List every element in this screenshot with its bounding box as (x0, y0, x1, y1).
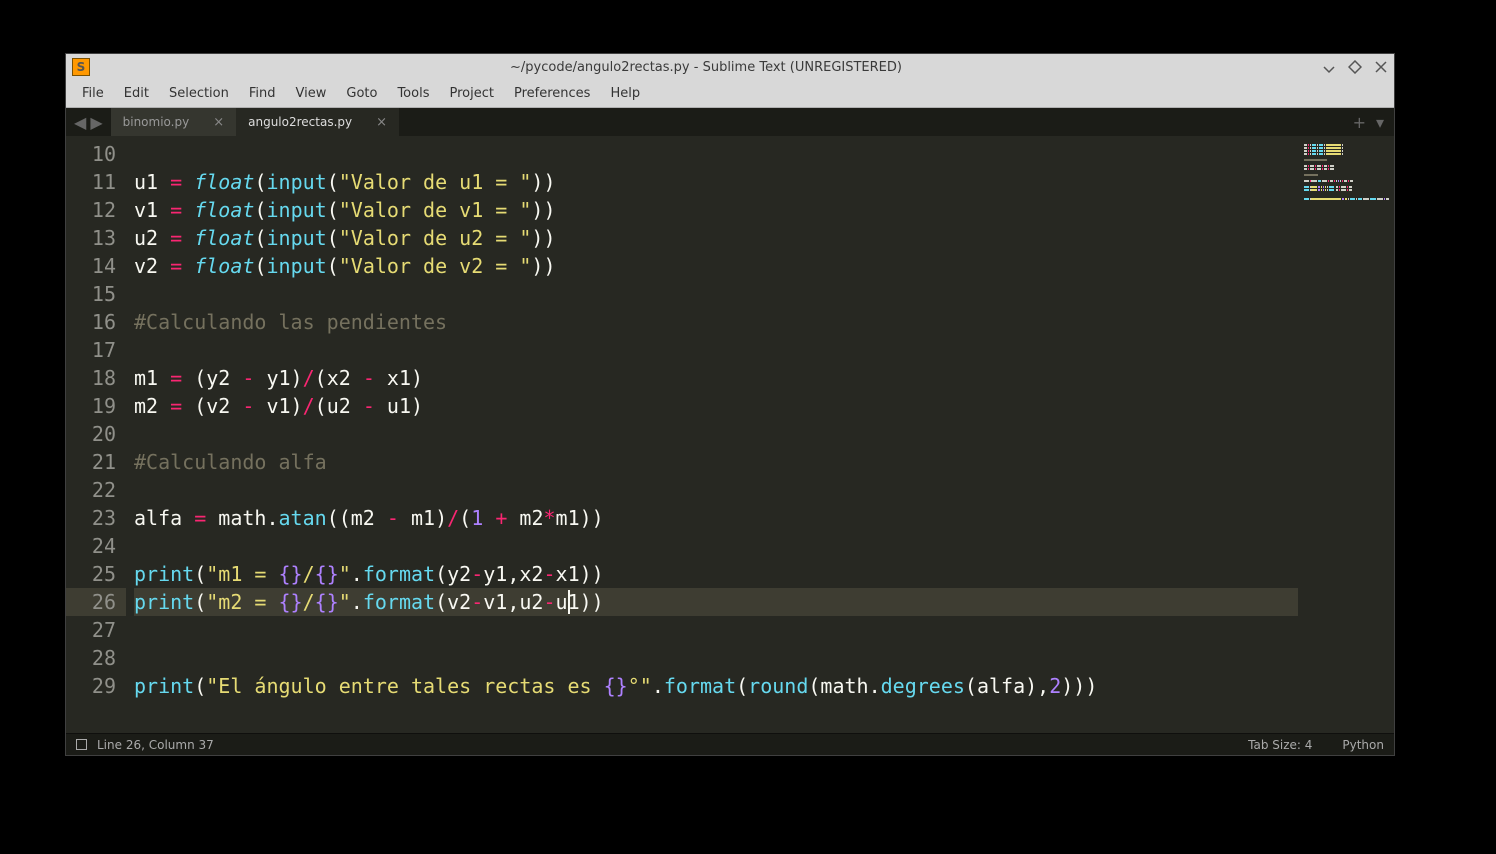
code-line[interactable] (134, 140, 1394, 168)
line-number[interactable]: 24 (66, 532, 116, 560)
menu-file[interactable]: File (74, 82, 112, 105)
sublime-window: S ~/pycode/angulo2rectas.py - Sublime Te… (65, 53, 1395, 756)
tab-angulo2rectas[interactable]: angulo2rectas.py × (236, 108, 399, 136)
code-line[interactable] (134, 532, 1394, 560)
code-line[interactable]: v1 = float(input("Valor de v1 = ")) (134, 196, 1394, 224)
line-number[interactable]: 16 (66, 308, 116, 336)
menu-tools[interactable]: Tools (389, 82, 437, 105)
line-number[interactable]: 27 (66, 616, 116, 644)
line-number[interactable]: 12 (66, 196, 116, 224)
menu-edit[interactable]: Edit (116, 82, 157, 105)
code-line[interactable]: u2 = float(input("Valor de u2 = ")) (134, 224, 1394, 252)
line-number[interactable]: 28 (66, 644, 116, 672)
code-line[interactable]: alfa = math.atan((m2 - m1)/(1 + m2*m1)) (134, 504, 1394, 532)
line-number[interactable]: 18 (66, 364, 116, 392)
line-number[interactable]: 15 (66, 280, 116, 308)
tab-label: angulo2rectas.py (248, 115, 352, 129)
minimap[interactable] (1298, 136, 1394, 733)
menu-selection[interactable]: Selection (161, 82, 237, 105)
close-icon[interactable] (1374, 60, 1388, 74)
code-line[interactable] (134, 476, 1394, 504)
tab-label: binomio.py (123, 115, 190, 129)
code-line[interactable] (134, 420, 1394, 448)
line-number[interactable]: 20 (66, 420, 116, 448)
line-number[interactable]: 21 (66, 448, 116, 476)
line-number[interactable]: 23 (66, 504, 116, 532)
menu-view[interactable]: View (288, 82, 335, 105)
status-syntax[interactable]: Python (1342, 738, 1384, 752)
statusbar: Line 26, Column 37 Tab Size: 4 Python (66, 733, 1394, 755)
line-number[interactable]: 14 (66, 252, 116, 280)
line-number[interactable]: 29 (66, 672, 116, 700)
line-number[interactable]: 11 (66, 168, 116, 196)
tab-next-icon[interactable]: ▶ (90, 113, 102, 132)
menubar: File Edit Selection Find View Goto Tools… (66, 80, 1394, 108)
line-number[interactable]: 19 (66, 392, 116, 420)
status-panel-icon[interactable] (76, 739, 87, 750)
code-line[interactable]: #Calculando las pendientes (134, 308, 1394, 336)
code-line[interactable]: print("m1 = {}/{}".format(y2-y1,x2-x1)) (134, 560, 1394, 588)
text-caret (568, 590, 570, 614)
code-line[interactable] (134, 336, 1394, 364)
line-number[interactable]: 10 (66, 140, 116, 168)
code-line[interactable]: #Calculando alfa (134, 448, 1394, 476)
titlebar[interactable]: S ~/pycode/angulo2rectas.py - Sublime Te… (66, 54, 1394, 80)
line-number[interactable]: 22 (66, 476, 116, 504)
app-icon: S (72, 58, 90, 76)
tab-close-icon[interactable]: × (376, 115, 387, 130)
code-line[interactable] (134, 280, 1394, 308)
code-area[interactable]: u1 = float(input("Valor de u1 = "))v1 = … (126, 136, 1394, 733)
status-cursor: Line 26, Column 37 (97, 738, 214, 752)
new-tab-icon[interactable]: + (1353, 113, 1366, 132)
tab-nav: ◀ ▶ (66, 108, 111, 136)
menu-preferences[interactable]: Preferences (506, 82, 598, 105)
line-number[interactable]: 13 (66, 224, 116, 252)
tab-binomio[interactable]: binomio.py × (111, 108, 237, 136)
tab-menu-icon[interactable]: ▾ (1376, 113, 1384, 132)
menu-goto[interactable]: Goto (338, 82, 385, 105)
window-title: ~/pycode/angulo2rectas.py - Sublime Text… (90, 60, 1322, 75)
line-number[interactable]: 26 (66, 588, 126, 616)
gutter[interactable]: 1011121314151617181920212223242526272829 (66, 136, 126, 733)
editor: 1011121314151617181920212223242526272829… (66, 136, 1394, 733)
code-line[interactable]: v2 = float(input("Valor de v2 = ")) (134, 252, 1394, 280)
code-line[interactable]: print("El ángulo entre tales rectas es {… (134, 672, 1394, 700)
code-line[interactable] (134, 644, 1394, 672)
minimize-icon[interactable] (1322, 60, 1336, 74)
tab-close-icon[interactable]: × (213, 115, 224, 130)
menu-find[interactable]: Find (241, 82, 284, 105)
maximize-icon[interactable] (1348, 60, 1362, 74)
menu-project[interactable]: Project (441, 82, 501, 105)
line-number[interactable]: 17 (66, 336, 116, 364)
code-line[interactable]: m2 = (v2 - v1)/(u2 - u1) (134, 392, 1394, 420)
tab-prev-icon[interactable]: ◀ (74, 113, 86, 132)
menu-help[interactable]: Help (602, 82, 648, 105)
code-line[interactable]: u1 = float(input("Valor de u1 = ")) (134, 168, 1394, 196)
code-line[interactable]: print("m2 = {}/{}".format(v2-v1,u2-u1)) (134, 588, 1394, 616)
status-tabsize[interactable]: Tab Size: 4 (1248, 738, 1312, 752)
code-line[interactable] (134, 616, 1394, 644)
code-line[interactable]: m1 = (y2 - y1)/(x2 - x1) (134, 364, 1394, 392)
tabbar: ◀ ▶ binomio.py × angulo2rectas.py × + ▾ (66, 108, 1394, 136)
line-number[interactable]: 25 (66, 560, 116, 588)
